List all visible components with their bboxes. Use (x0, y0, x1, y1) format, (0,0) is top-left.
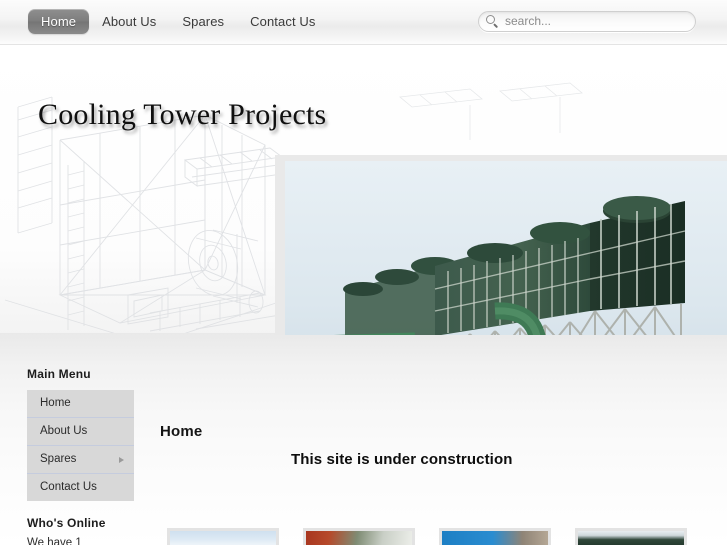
chevron-right-icon (119, 456, 124, 463)
page-body: Main Menu Home About Us Spares Contact U… (0, 333, 727, 545)
thumbnail-2[interactable] (303, 528, 415, 545)
thumbnail-4[interactable] (575, 528, 687, 545)
hero-image-cooling-tower (285, 161, 727, 335)
top-navigation-bar: Home About Us Spares Contact Us (0, 0, 727, 45)
sidebar-item-contact-us[interactable]: Contact Us (27, 474, 134, 501)
nav-item-contact-us[interactable]: Contact Us (237, 9, 328, 34)
sidebar-item-label: Home (40, 397, 71, 409)
thumbnail-3[interactable] (439, 528, 551, 545)
nav-item-about-us[interactable]: About Us (89, 9, 169, 34)
site-header: Cooling Tower Projects (0, 45, 727, 335)
sidebar-item-label: Spares (40, 453, 77, 465)
sidebar-item-about-us[interactable]: About Us (27, 418, 134, 446)
hero-slideshow[interactable] (275, 155, 727, 335)
page-root: Home About Us Spares Contact Us search..… (0, 0, 727, 545)
hero-frame (275, 155, 727, 335)
whos-online-title: Who's Online (27, 516, 106, 530)
thumbnail-1[interactable] (167, 528, 279, 545)
page-title: Home (160, 423, 203, 440)
sidebar-item-label: Contact Us (40, 481, 97, 493)
search-icon (486, 15, 499, 28)
whos-online-module: Who's Online We have 1 (27, 516, 137, 545)
main-menu-title: Main Menu (27, 367, 91, 381)
sidebar-item-home[interactable]: Home (27, 390, 134, 418)
main-menu-list: Home About Us Spares Contact Us (27, 390, 134, 501)
top-nav-menu: Home About Us Spares Contact Us (28, 9, 328, 34)
nav-item-home[interactable]: Home (28, 9, 90, 34)
search-input[interactable] (505, 13, 685, 30)
sidebar-item-spares[interactable]: Spares (27, 446, 134, 474)
site-title: Cooling Tower Projects (38, 98, 327, 131)
main-content: Home This site is under construction (160, 423, 720, 468)
sidebar-item-label: About Us (40, 425, 88, 437)
thumbnail-strip (167, 528, 687, 545)
search-box[interactable] (478, 11, 696, 32)
under-construction-heading: This site is under construction (291, 451, 513, 468)
whos-online-text: We have 1 (27, 537, 82, 545)
nav-item-spares[interactable]: Spares (169, 9, 237, 34)
sidebar: Main Menu Home About Us Spares Contact U… (27, 367, 137, 545)
